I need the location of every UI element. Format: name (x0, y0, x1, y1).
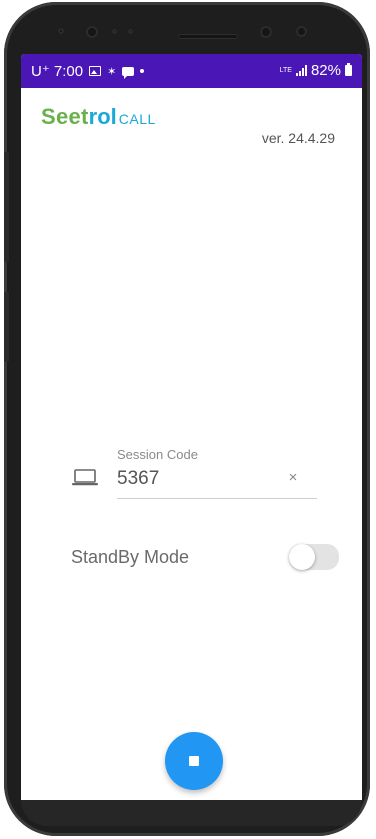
clear-button[interactable]: × (285, 469, 301, 486)
ambient-sensor (128, 29, 133, 34)
stop-button[interactable] (165, 732, 223, 790)
logo-accent-text: rol (88, 104, 117, 129)
iris-sensor (296, 26, 307, 37)
battery-percent: 82% (310, 62, 341, 79)
volume-button (4, 152, 9, 262)
toggle-thumb (289, 544, 315, 570)
stop-icon (189, 756, 199, 766)
logo-main-text: Seet (41, 104, 89, 129)
top-bezel (28, 16, 358, 56)
bixby-button (4, 292, 9, 362)
lte-icon: LTE (279, 67, 292, 74)
spark-icon: ✶ (107, 65, 117, 78)
battery-icon (345, 63, 352, 76)
proximity-sensor (58, 28, 64, 34)
front-camera (86, 26, 98, 38)
gallery-icon (89, 66, 102, 76)
session-code-input[interactable]: 5367 (117, 468, 159, 490)
chat-icon (122, 66, 135, 79)
version-label: ver. 24.4.29 (261, 130, 335, 146)
session-code-label: Session Code (117, 447, 198, 462)
standby-mode-toggle[interactable] (289, 544, 339, 570)
session-code-underline (117, 498, 317, 499)
carrier-time: U⁺ 7:00 (31, 63, 84, 80)
logo-sub-text: CALL (118, 111, 156, 127)
standby-mode-label: StandBy Mode (71, 547, 190, 567)
bottom-bezel (21, 800, 362, 826)
signal-icon (295, 65, 307, 76)
status-left: U⁺ 7:00 ✶ (31, 62, 145, 80)
iris-camera (260, 26, 272, 38)
laptop-icon (71, 469, 99, 492)
app-logo: Seetrol CALL (41, 104, 156, 130)
app-screen: U⁺ 7:00 ✶ LTE 82% Seetrol CALL ver. 24.4.… (21, 54, 362, 800)
light-sensor (112, 29, 117, 34)
earpiece-speaker (178, 34, 238, 39)
status-bar: U⁺ 7:00 ✶ LTE 82% (21, 54, 362, 88)
dot-icon (140, 69, 145, 73)
status-right: LTE 82% (280, 62, 352, 79)
